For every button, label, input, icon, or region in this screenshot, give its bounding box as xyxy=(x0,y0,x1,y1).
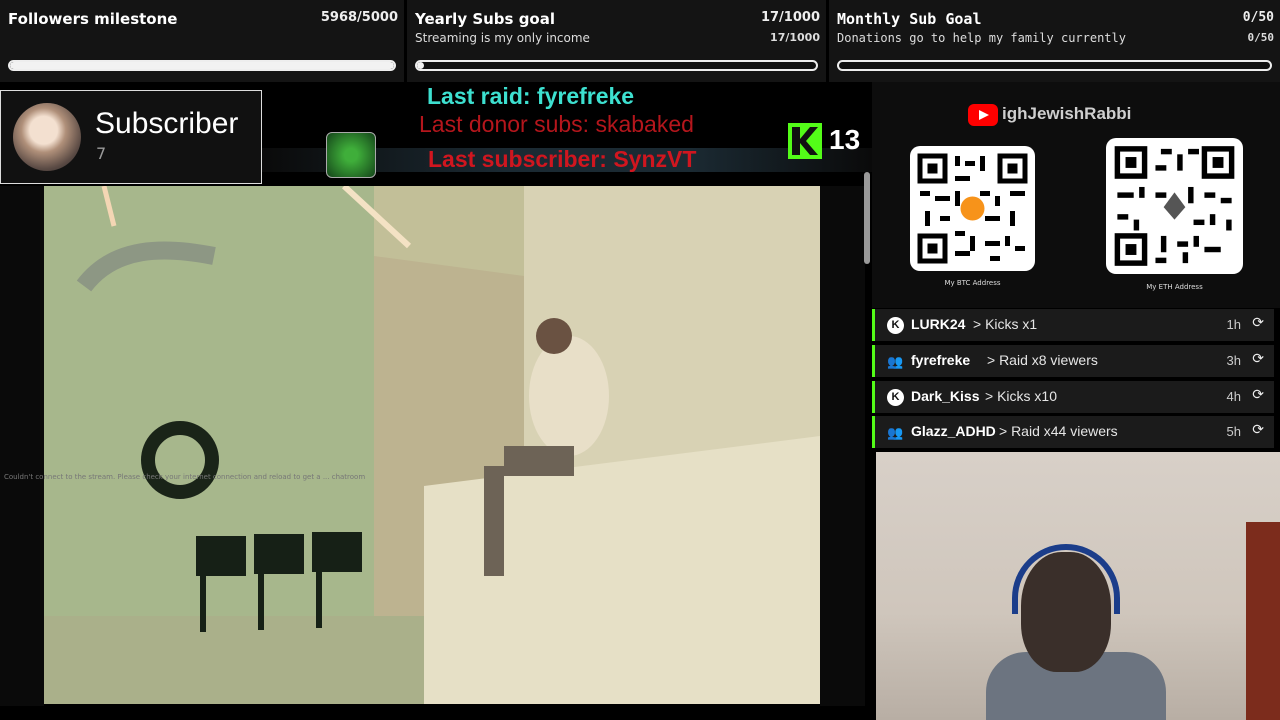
youtube-icon xyxy=(968,104,998,126)
btc-qr-code xyxy=(910,146,1035,271)
goal-subvalue: 17/1000 xyxy=(770,31,820,44)
raid-group-icon: 👥 xyxy=(887,354,904,369)
goal-title: Monthly Sub Goal xyxy=(837,10,982,28)
event-desc: > Kicks x1 xyxy=(973,316,1038,332)
event-time: 3h xyxy=(1226,353,1241,368)
replay-icon[interactable]: ⟳ xyxy=(1252,387,1264,403)
kick-icon: K xyxy=(887,317,904,334)
goal-title: Followers milestone xyxy=(8,10,178,28)
event-time: 4h xyxy=(1226,389,1241,404)
event-time: 1h xyxy=(1226,317,1241,332)
replay-icon[interactable]: ⟳ xyxy=(1252,422,1264,438)
eth-qr-code xyxy=(1106,138,1243,274)
goal-progress-bar xyxy=(837,60,1272,71)
video-frame xyxy=(44,186,820,704)
event-desc: > Kicks x10 xyxy=(985,388,1057,404)
event-user: LURK24 xyxy=(911,316,966,332)
replay-icon[interactable]: ⟳ xyxy=(1252,351,1264,367)
event-row: 👥 fyrefreke > Raid x8 viewers 3h ⟳ xyxy=(872,345,1274,377)
goal-value: 5968/5000 xyxy=(320,10,398,25)
event-row: K Dark_Kiss > Kicks x10 4h ⟳ xyxy=(872,381,1274,413)
avatar xyxy=(13,103,81,171)
raid-group-icon: 👥 xyxy=(887,425,904,440)
goal-progress-bar xyxy=(8,60,396,71)
youtube-channel-name: ighJewishRabbi xyxy=(1002,104,1132,123)
event-user: fyrefreke xyxy=(911,352,971,368)
goal-value: 0/50 xyxy=(1242,10,1274,25)
goal-yearly-subs: Yearly Subs goal 17/1000 Streaming is my… xyxy=(407,0,826,82)
goal-monthly-subs: Monthly Sub Goal 0/50 Donations go to he… xyxy=(829,0,1280,82)
kick-icon: K xyxy=(887,389,904,406)
event-user: Glazz_ADHD xyxy=(911,423,996,439)
goal-progress-fill xyxy=(417,62,424,69)
goal-progress-fill xyxy=(10,62,394,69)
event-time: 5h xyxy=(1226,424,1241,439)
subscriber-count: 7 xyxy=(96,144,107,163)
event-desc: > Raid x44 viewers xyxy=(999,423,1118,439)
kick-count: 13 xyxy=(829,124,861,155)
goal-title: Yearly Subs goal xyxy=(415,10,555,28)
event-row: K LURK24 > Kicks x1 1h ⟳ xyxy=(872,309,1274,341)
event-desc: > Raid x8 viewers xyxy=(987,352,1098,368)
goal-followers: Followers milestone 5968/5000 xyxy=(0,0,404,82)
goal-subtitle: Donations go to help my family currently xyxy=(837,31,1126,45)
scrollbar[interactable] xyxy=(864,172,870,264)
video-letterbox-right xyxy=(820,186,865,706)
video-error-text: Couldn't connect to the stream. Please c… xyxy=(4,473,366,481)
money-jar-icon xyxy=(326,132,376,178)
kick-logo-icon xyxy=(788,123,822,159)
eth-caption: My ETH Address xyxy=(1146,283,1203,291)
subscriber-label: Subscriber xyxy=(95,107,239,140)
last-subscriber-text: Last subscriber: SynzVT xyxy=(428,146,697,172)
goal-subtitle: Streaming is my only income xyxy=(415,31,590,45)
last-donor-text: Last donor subs: skabaked xyxy=(419,111,694,137)
webcam-door xyxy=(1246,522,1280,720)
replay-icon[interactable]: ⟳ xyxy=(1252,315,1264,331)
goal-value: 17/1000 xyxy=(760,10,820,25)
webcam-feed xyxy=(876,452,1280,720)
video-player[interactable] xyxy=(44,186,820,704)
subscriber-widget: Subscriber 7 xyxy=(0,90,262,184)
goal-progress-bar xyxy=(415,60,818,71)
goal-subvalue: 0/50 xyxy=(1247,31,1275,44)
last-raid-text: Last raid: fyrefreke xyxy=(427,83,635,109)
btc-caption: My BTC Address xyxy=(944,279,1001,287)
event-user: Dark_Kiss xyxy=(911,388,980,404)
video-letterbox-left xyxy=(0,186,44,706)
event-row: 👥 Glazz_ADHD > Raid x44 viewers 5h ⟳ xyxy=(872,416,1274,448)
